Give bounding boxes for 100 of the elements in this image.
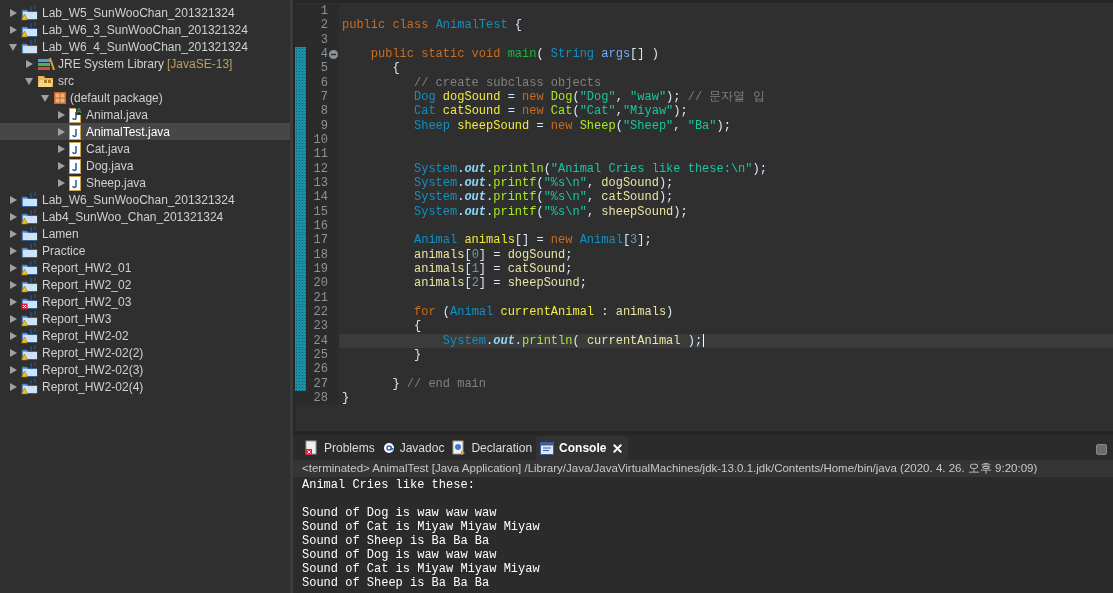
- code-token: Dog: [413, 89, 437, 105]
- tree-item[interactable]: AnimalTest.java: [0, 123, 290, 140]
- panel-tab[interactable]: Console: [536, 436, 629, 460]
- tree-item-label: Lamen: [42, 225, 79, 243]
- tree-item[interactable]: src: [0, 72, 290, 89]
- code-token: ,: [673, 118, 682, 133]
- panel-tab[interactable]: Javadoc: [378, 436, 449, 460]
- expand-arrow-icon[interactable]: [8, 7, 18, 18]
- expand-arrow-icon[interactable]: [56, 143, 66, 154]
- tree-item-label: Practice: [42, 242, 86, 260]
- code-token: new: [550, 233, 574, 248]
- expand-arrow-icon[interactable]: [56, 160, 66, 171]
- tree-item-label: AnimalTest.java: [86, 123, 171, 141]
- code-token: :: [600, 304, 610, 320]
- tree-item[interactable]: (default package): [0, 89, 290, 106]
- code-token: [] =: [514, 233, 545, 248]
- tree-item-label: Lab_W6_4_SunWooChan_201321324: [42, 38, 248, 56]
- line-number: 17: [312, 233, 328, 248]
- expand-arrow-icon[interactable]: [56, 126, 66, 137]
- code-token: );: [716, 118, 731, 133]
- java-file-icon: [69, 175, 81, 191]
- tree-item[interactable]: Dog.java: [0, 157, 290, 174]
- declaration-icon: [452, 440, 467, 456]
- line-number: 13: [312, 175, 328, 191]
- books-icon: [37, 56, 55, 71]
- code-token: String: [550, 47, 596, 62]
- tree-item[interactable]: A Animal.java: [0, 106, 290, 123]
- code-token: "Ba": [687, 118, 717, 133]
- tree-item[interactable]: Reprot_HW2-02(3): [0, 361, 290, 378]
- collapse-icon[interactable]: [329, 49, 338, 59]
- code-token: Cat: [413, 104, 437, 119]
- minimize-button[interactable]: [1096, 444, 1107, 455]
- tree-item[interactable]: Sheep.java: [0, 174, 290, 191]
- tree-item[interactable]: JRE System Library [JavaSE-13]: [0, 55, 290, 72]
- code-token: (: [536, 47, 545, 62]
- tree-item[interactable]: Lab_W5_SunWooChan_201321324: [0, 4, 290, 21]
- expand-arrow-icon[interactable]: [24, 58, 34, 69]
- collapse-arrow-icon[interactable]: [8, 41, 18, 52]
- tree-item[interactable]: Cat.java: [0, 140, 290, 157]
- tree-item[interactable]: Reprot_HW2-02(2): [0, 344, 290, 361]
- expand-arrow-icon[interactable]: [8, 24, 18, 35]
- line-number: 4: [319, 47, 328, 62]
- collapse-arrow-icon[interactable]: [40, 92, 50, 103]
- at-sign-icon: [382, 442, 395, 454]
- code-token: ,: [586, 204, 596, 219]
- expand-arrow-icon[interactable]: [8, 330, 18, 341]
- code-token: // end main: [406, 376, 487, 391]
- package-folder-icon: [37, 73, 55, 88]
- tree-item[interactable]: Reprot_HW2-02: [0, 327, 290, 344]
- code-token: Animal: [450, 304, 495, 320]
- tree-item[interactable]: Report_HW3: [0, 310, 290, 327]
- expand-arrow-icon[interactable]: [8, 211, 18, 222]
- code-token: animals: [413, 247, 465, 262]
- tree-item[interactable]: Report_HW2_03: [0, 293, 290, 310]
- expand-arrow-icon[interactable]: [8, 228, 18, 239]
- code-token: .: [486, 161, 494, 176]
- package-icon: [53, 90, 67, 105]
- collapse-arrow-icon[interactable]: [24, 75, 34, 86]
- tree-item[interactable]: Lab_W6_3_SunWooChan_201321324: [0, 21, 290, 38]
- expand-arrow-icon[interactable]: [8, 245, 18, 256]
- tree-item[interactable]: Lab4_SunWoo_Chan_201321324: [0, 208, 290, 225]
- expand-arrow-icon[interactable]: [8, 262, 18, 273]
- tree-item[interactable]: Lab_W6_SunWooChan_201321324: [0, 191, 290, 208]
- text-cursor: [703, 334, 705, 348]
- code-token: println: [522, 333, 573, 348]
- tree-item[interactable]: Report_HW2_01: [0, 259, 290, 276]
- line-number: 6: [319, 75, 328, 90]
- code-token: );: [658, 190, 674, 205]
- tree-item[interactable]: Report_HW2_02: [0, 276, 290, 293]
- expand-arrow-icon[interactable]: [8, 381, 18, 392]
- code-token: (: [572, 104, 580, 119]
- expand-arrow-icon[interactable]: [8, 194, 18, 205]
- expand-arrow-icon[interactable]: [56, 177, 66, 188]
- panel-tab[interactable]: Declaration: [448, 436, 537, 460]
- code-token: new: [522, 89, 545, 105]
- expand-arrow-icon[interactable]: [8, 347, 18, 358]
- line-number: 19: [312, 261, 328, 277]
- code-token: System: [413, 175, 458, 191]
- close-icon[interactable]: [611, 441, 625, 455]
- tree-item[interactable]: Lab_W6_4_SunWooChan_201321324: [0, 38, 290, 55]
- code-token: "Animal Cries like these:\n": [550, 161, 753, 176]
- tree-item[interactable]: Lamen: [0, 225, 290, 242]
- tree-item-label: Report_HW3: [42, 310, 112, 328]
- console-icon: [540, 441, 555, 455]
- expand-arrow-icon[interactable]: [8, 313, 18, 324]
- expand-arrow-icon[interactable]: [8, 364, 18, 375]
- code-token: currentAnimal: [500, 304, 595, 320]
- code-token: args: [601, 47, 631, 62]
- expand-arrow-icon[interactable]: [8, 279, 18, 290]
- code-token: printf: [493, 190, 537, 205]
- code-token: public class: [342, 18, 430, 33]
- expand-arrow-icon[interactable]: [56, 109, 66, 120]
- tree-item[interactable]: Reprot_HW2-02(4): [0, 378, 290, 395]
- line-number: 3: [319, 32, 328, 47]
- expand-arrow-icon[interactable]: [8, 296, 18, 307]
- tree-item[interactable]: Practice: [0, 242, 290, 259]
- code-token: currentAnimal: [586, 333, 681, 348]
- line-number: 18: [312, 247, 328, 262]
- code-token: (: [543, 161, 551, 176]
- panel-tab[interactable]: Problems: [301, 436, 379, 460]
